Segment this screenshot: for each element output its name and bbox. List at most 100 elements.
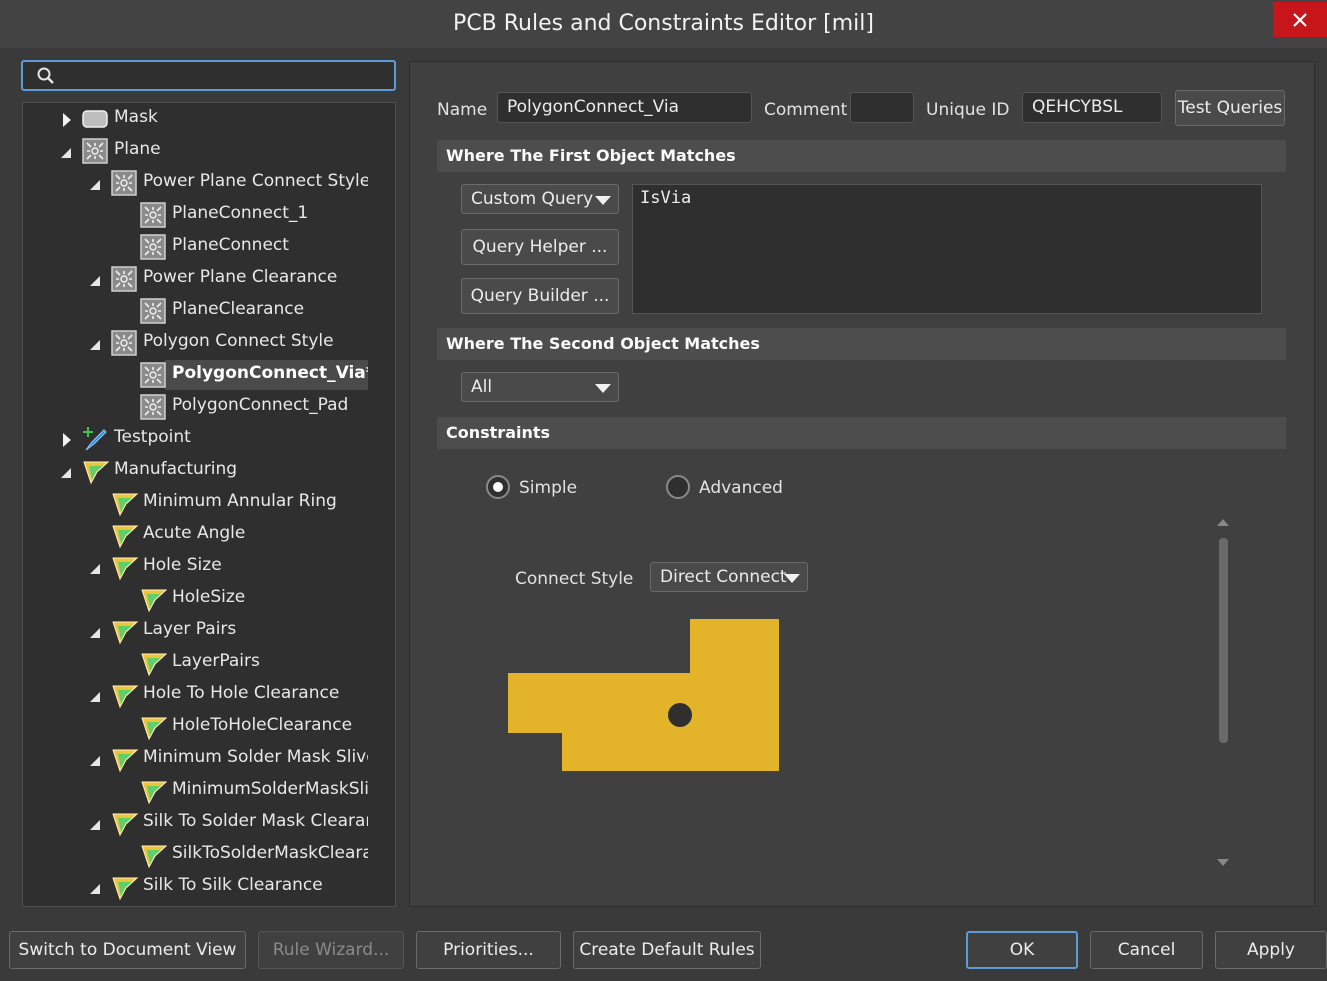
unique-id-label: Unique ID	[926, 100, 1010, 120]
tree-item[interactable]: Layer Pairs	[23, 616, 368, 646]
first-object-mode-dropdown[interactable]: Custom Query	[461, 184, 619, 214]
tree-item[interactable]: PolygonConnect_Via*	[23, 360, 368, 390]
tree-item[interactable]: Minimum Solder Mask Sliver	[23, 744, 368, 774]
tree-item[interactable]: HoleToHoleClearance	[23, 712, 368, 742]
cancel-button[interactable]: Cancel	[1090, 931, 1203, 969]
expand-arrow-icon[interactable]	[90, 180, 100, 190]
manufacturing-icon	[140, 842, 168, 869]
close-button[interactable]	[1273, 2, 1327, 37]
collapse-arrow-icon[interactable]	[63, 433, 71, 447]
simple-radio[interactable]	[486, 475, 510, 499]
via-hole	[668, 703, 692, 727]
connect-style-dropdown[interactable]: Direct Connect	[650, 562, 808, 592]
constraints-scroll-down[interactable]	[1217, 859, 1229, 866]
plane-icon	[82, 138, 108, 164]
manufacturing-icon	[111, 746, 139, 773]
expand-arrow-icon[interactable]	[90, 884, 100, 894]
tree-item-label: HoleSize	[172, 587, 246, 607]
expand-arrow-icon[interactable]	[90, 820, 100, 830]
switch-to-document-view-button[interactable]: Switch to Document View	[9, 931, 246, 969]
expand-arrow-icon[interactable]	[90, 692, 100, 702]
second-object-header: Where The Second Object Matches	[437, 328, 1286, 360]
tree-item[interactable]: Silk To Silk Clearance	[23, 872, 368, 902]
constraints-header: Constraints	[437, 417, 1286, 449]
tree-item[interactable]: Power Plane Connect Style	[23, 168, 368, 198]
second-object-mode-dropdown[interactable]: All	[461, 372, 619, 402]
plane-icon	[111, 266, 137, 292]
tree-item[interactable]: Acute Angle	[23, 520, 368, 550]
tree-item[interactable]: SilkToSolderMaskClearanc	[23, 840, 368, 870]
second-object-mode-value: All	[471, 377, 493, 397]
tree-item[interactable]: PlaneClearance	[23, 296, 368, 326]
query-helper-button[interactable]: Query Helper ...	[461, 229, 619, 265]
plane-icon	[140, 202, 166, 228]
tree-item[interactable]: Manufacturing	[23, 456, 368, 486]
tree-item[interactable]: Hole Size	[23, 552, 368, 582]
tree-item[interactable]: Silk To Solder Mask Clearance	[23, 808, 368, 838]
search-input[interactable]	[21, 60, 396, 91]
rule-wizard-button[interactable]: Rule Wizard...	[258, 931, 404, 969]
tree-item-label: Polygon Connect Style	[143, 331, 334, 351]
expand-arrow-icon[interactable]	[61, 148, 71, 158]
first-object-header: Where The First Object Matches	[437, 140, 1286, 172]
tree-item[interactable]: PolygonConnect_Pad	[23, 392, 368, 422]
manufacturing-icon	[111, 490, 139, 517]
first-object-mode-value: Custom Query	[471, 189, 594, 209]
tree-item-label: Mask	[114, 107, 158, 127]
constraints-scrollbar[interactable]	[1219, 538, 1228, 743]
plane-icon	[140, 298, 166, 324]
comment-field[interactable]	[850, 92, 914, 123]
tree-item-label: Power Plane Connect Style	[143, 171, 368, 191]
name-field[interactable]: PolygonConnect_Via	[497, 92, 752, 123]
expand-arrow-icon[interactable]	[90, 628, 100, 638]
plane-icon	[140, 394, 166, 420]
expand-arrow-icon[interactable]	[90, 276, 100, 286]
title-bar: PCB Rules and Constraints Editor [mil]	[0, 0, 1327, 48]
collapse-arrow-icon[interactable]	[63, 113, 71, 127]
polygon-copper-shape	[508, 619, 779, 771]
tree-item[interactable]: Plane	[23, 136, 368, 166]
tree-item[interactable]: LayerPairs	[23, 648, 368, 678]
tree-item-label: Testpoint	[114, 427, 191, 447]
tree-item-label: Minimum Annular Ring	[143, 491, 337, 511]
comment-label: Comment	[764, 100, 848, 120]
expand-arrow-icon[interactable]	[90, 340, 100, 350]
manufacturing-icon	[140, 778, 168, 805]
tree-item[interactable]: MinimumSolderMaskSlive	[23, 776, 368, 806]
tree-item[interactable]: Hole To Hole Clearance	[23, 680, 368, 710]
tree-item-label: LayerPairs	[172, 651, 260, 671]
query-text-area[interactable]: IsVia	[632, 184, 1262, 314]
expand-arrow-icon[interactable]	[61, 468, 71, 478]
manufacturing-icon	[140, 650, 168, 677]
tree-item[interactable]: Mask	[23, 104, 368, 134]
chevron-down-icon	[595, 384, 611, 393]
manufacturing-icon	[111, 874, 139, 901]
tree-item[interactable]: Power Plane Clearance	[23, 264, 368, 294]
priorities-button[interactable]: Priorities...	[416, 931, 561, 969]
tree-item[interactable]: Minimum Annular Ring	[23, 488, 368, 518]
rules-editor-window: PCB Rules and Constraints Editor [mil] M…	[0, 0, 1327, 981]
tree-item-label: Hole To Hole Clearance	[143, 683, 340, 703]
tree-item-label: Acute Angle	[143, 523, 246, 543]
tree-item-label: Hole Size	[143, 555, 222, 575]
tree-item-label: PolygonConnect_Pad	[172, 395, 349, 415]
query-builder-button[interactable]: Query Builder ...	[461, 278, 619, 314]
tree-item[interactable]: HoleSize	[23, 584, 368, 614]
expand-arrow-icon[interactable]	[90, 756, 100, 766]
chevron-down-icon	[784, 574, 800, 583]
advanced-radio[interactable]	[666, 475, 690, 499]
tree-item[interactable]: Testpoint	[23, 424, 368, 454]
constraints-scroll-up[interactable]	[1217, 519, 1229, 526]
tree-item[interactable]: PlaneConnect_1	[23, 200, 368, 230]
apply-button[interactable]: Apply	[1215, 931, 1327, 969]
tree-item[interactable]: Polygon Connect Style	[23, 328, 368, 358]
tree-item[interactable]: PlaneConnect	[23, 232, 368, 262]
test-queries-button[interactable]: Test Queries	[1175, 90, 1285, 126]
tree-scroll-up[interactable]	[395, 215, 396, 222]
expand-arrow-icon[interactable]	[90, 564, 100, 574]
manufacturing-icon	[111, 522, 139, 549]
create-default-rules-button[interactable]: Create Default Rules	[573, 931, 761, 969]
unique-id-field[interactable]: QEHCYBSL	[1022, 92, 1162, 123]
ok-button[interactable]: OK	[966, 931, 1078, 969]
search-icon	[37, 67, 54, 84]
